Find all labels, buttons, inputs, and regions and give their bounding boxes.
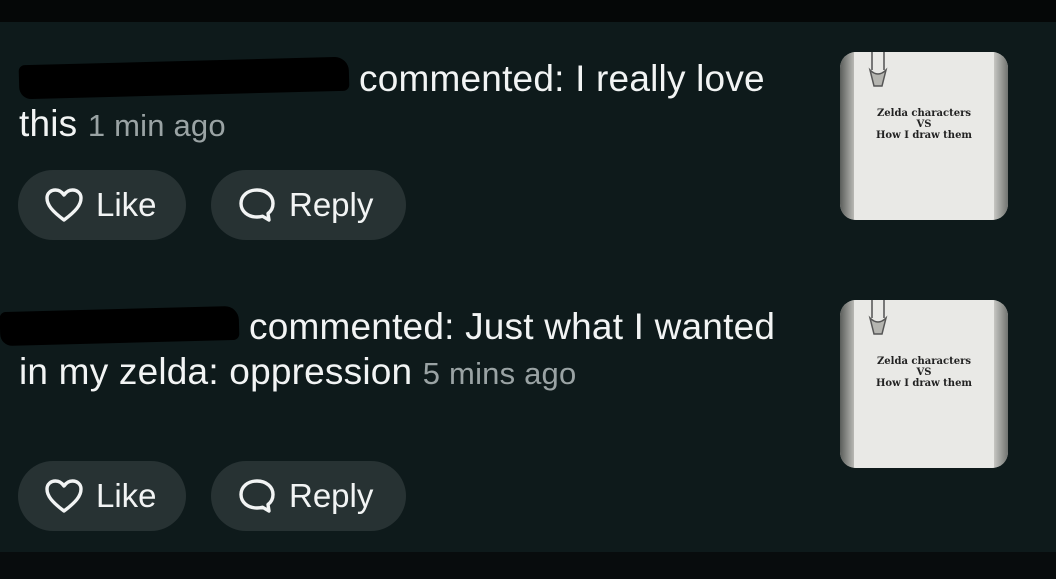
binder-clip-icon [868, 300, 888, 335]
reply-label: Reply [289, 477, 374, 514]
comment-item: commented: I really love this 1 min ago … [0, 22, 1056, 262]
post-thumbnail[interactable]: Zelda characters VS How I draw them [840, 300, 1008, 468]
reply-button[interactable]: Reply [211, 170, 406, 240]
comment-body: commented: Just what I wanted in my zeld… [0, 304, 799, 396]
comment-action: commented: [359, 58, 565, 99]
binder-clip-icon [868, 52, 888, 87]
thumbnail-caption: Zelda characters VS How I draw them [875, 356, 973, 389]
screen: commented: I really love this 1 min ago … [0, 0, 1056, 579]
like-button[interactable]: Like [18, 170, 186, 240]
thumbnail-caption: Zelda characters VS How I draw them [875, 108, 973, 141]
comment-timestamp: 1 min ago [87, 108, 226, 143]
speech-bubble-icon [235, 185, 279, 225]
comment-body: commented: I really love this 1 min ago [18, 56, 799, 148]
speech-bubble-icon [235, 476, 279, 516]
post-thumbnail[interactable]: Zelda characters VS How I draw them [840, 52, 1008, 220]
heart-icon [42, 185, 86, 225]
comment-action: commented: [249, 306, 455, 347]
reply-label: Reply [289, 186, 374, 223]
top-bar [0, 0, 1056, 22]
comment-actions: Like Reply [18, 461, 406, 531]
like-label: Like [96, 477, 157, 514]
comment-item: commented: Just what I wanted in my zeld… [0, 262, 1056, 552]
redacted-username[interactable] [0, 305, 240, 347]
heart-icon [42, 476, 86, 516]
reply-button[interactable]: Reply [211, 461, 406, 531]
comment-actions: Like Reply [18, 170, 406, 240]
comment-timestamp: 5 mins ago [422, 356, 577, 391]
redacted-username[interactable] [18, 56, 350, 100]
bottom-bar [0, 552, 1056, 579]
like-button[interactable]: Like [18, 461, 186, 531]
like-label: Like [96, 186, 157, 223]
